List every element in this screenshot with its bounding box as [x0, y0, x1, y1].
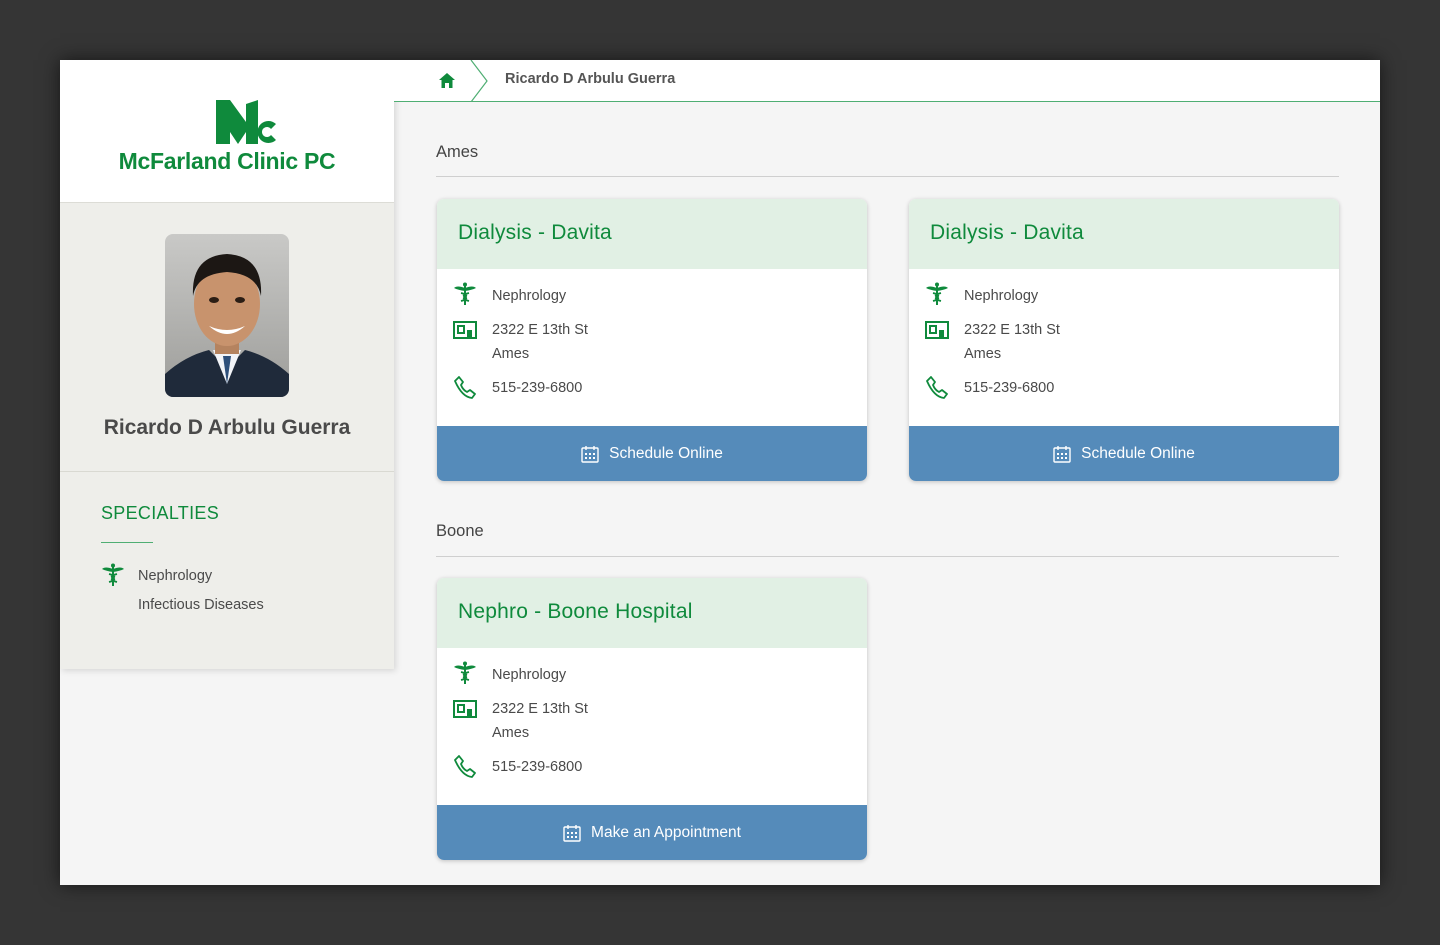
schedule-online-button[interactable]: Schedule Online: [909, 426, 1339, 481]
specialties-heading: SPECIALTIES: [101, 503, 220, 523]
logo-text: McFarland Clinic PC: [118, 148, 336, 174]
caduceus-icon: [454, 282, 476, 305]
location-card: Nephro - Boone Hospital Nephrology 2322 …: [437, 578, 867, 860]
breadcrumb: Ricardo D Arbulu Guerra: [394, 60, 1380, 102]
breadcrumb-chevron-icon: [470, 60, 488, 102]
section-title-ames: Ames: [436, 143, 479, 161]
caduceus-icon: [454, 661, 476, 684]
building-icon: [453, 321, 477, 339]
section-title-boone: Boone: [436, 522, 484, 540]
specialty-item: Infectious Diseases: [138, 597, 264, 613]
calendar-icon: [563, 824, 581, 842]
card-phone[interactable]: 515-239-6800: [492, 380, 582, 396]
location-card: Dialysis - Davita Nephrology 2322 E 13th…: [437, 199, 867, 481]
phone-icon: [454, 376, 476, 399]
section-divider: [436, 556, 1339, 557]
breadcrumb-current: Ricardo D Arbulu Guerra: [505, 71, 676, 87]
app-frame: McFarland Clinic PC Ricardo D Arbulu Gue…: [60, 60, 1380, 885]
card-address-line1: 2322 E 13th St: [964, 322, 1060, 338]
provider-sidebar: McFarland Clinic PC Ricardo D Arbulu Gue…: [60, 60, 394, 669]
provider-photo: [165, 234, 289, 397]
card-phone[interactable]: 515-239-6800: [964, 380, 1054, 396]
make-appointment-button[interactable]: Make an Appointment: [437, 805, 867, 860]
specialties-rule: [101, 542, 153, 543]
phone-icon: [926, 376, 948, 399]
specialty-item: Nephrology: [138, 568, 213, 584]
button-label: Schedule Online: [609, 444, 723, 462]
building-icon: [453, 700, 477, 718]
calendar-icon: [581, 445, 599, 463]
card-address-line1: 2322 E 13th St: [492, 701, 588, 717]
calendar-icon: [1053, 445, 1071, 463]
schedule-online-button[interactable]: Schedule Online: [437, 426, 867, 481]
home-icon[interactable]: [439, 73, 455, 88]
card-specialty: Nephrology: [964, 288, 1039, 304]
clinic-logo[interactable]: McFarland Clinic PC: [60, 60, 394, 203]
caduceus-icon: [926, 282, 948, 305]
section-divider: [436, 176, 1339, 177]
card-address-line1: 2322 E 13th St: [492, 322, 588, 338]
phone-icon: [454, 755, 476, 778]
card-phone[interactable]: 515-239-6800: [492, 759, 582, 775]
card-title: Dialysis - Davita: [909, 199, 1339, 269]
card-address-line2: Ames: [492, 725, 530, 741]
card-specialty: Nephrology: [492, 288, 567, 304]
logo-mark-icon: [216, 100, 276, 144]
card-title: Nephro - Boone Hospital: [437, 578, 867, 648]
card-address-line2: Ames: [964, 346, 1002, 362]
location-card: Dialysis - Davita Nephrology 2322 E 13th…: [909, 199, 1339, 481]
building-icon: [925, 321, 949, 339]
button-label: Schedule Online: [1081, 444, 1195, 462]
caduceus-icon: [102, 563, 124, 586]
card-address-line2: Ames: [492, 346, 530, 362]
card-specialty: Nephrology: [492, 667, 567, 683]
sidebar-divider: [60, 471, 394, 472]
button-label: Make an Appointment: [591, 823, 741, 841]
card-title: Dialysis - Davita: [437, 199, 867, 269]
provider-name: Ricardo D Arbulu Guerra: [103, 416, 351, 439]
